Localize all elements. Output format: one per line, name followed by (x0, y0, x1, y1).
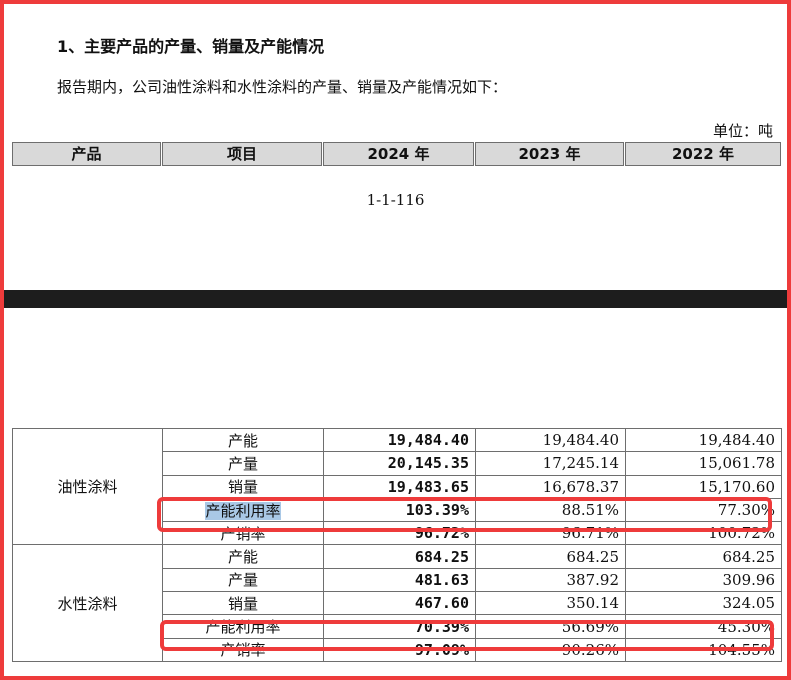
value-2023: 16,678.37 (475, 474, 626, 499)
product-name: 油性涂料 (12, 427, 163, 546)
row-item: 销量 (162, 474, 324, 499)
value-2022: 77.30% (625, 497, 782, 523)
row-item: 产量 (162, 567, 324, 593)
page-break-bar (4, 290, 787, 308)
row-item: 产能 (162, 427, 324, 453)
row-item-highlighted: 产能利用率 (162, 497, 324, 523)
value-2022: 309.96 (625, 567, 782, 593)
value-2024: 19,483.65 (323, 474, 476, 499)
unit-label: 单位：吨 (712, 122, 773, 140)
value-2023: 90.26% (475, 637, 626, 662)
row-item: 产能利用率 (162, 614, 324, 639)
value-2024: 467.60 (323, 591, 476, 616)
value-2023: 96.71% (475, 521, 626, 546)
value-2024: 70.39% (323, 614, 476, 639)
header-2022: 2022 年 (625, 142, 781, 166)
table-row: 水性涂料 产能 684.25 684.25 684.25 (12, 544, 782, 662)
row-item: 产能 (162, 544, 324, 569)
header-product: 产品 (12, 142, 161, 166)
row-item: 产量 (162, 451, 324, 476)
capacity-table: 油性涂料 产能 19,484.40 19,484.40 19,484.40 产量… (12, 427, 782, 662)
table-header: 产品 项目 2024 年 2023 年 2022 年 (12, 142, 781, 168)
page-number: 1-1-116 (366, 191, 425, 209)
section-title: 1、主要产品的产量、销量及产能情况 (57, 37, 325, 56)
product-name: 水性涂料 (12, 544, 163, 662)
value-2024: 103.39% (323, 497, 476, 523)
value-2022: 15,170.60 (625, 474, 782, 499)
row-item: 产销率 (162, 521, 324, 546)
value-2022: 45.30% (625, 614, 782, 639)
row-item: 产销率 (162, 637, 324, 662)
value-2022: 19,484.40 (625, 427, 782, 453)
value-2023: 684.25 (475, 544, 626, 569)
value-2024: 96.72% (323, 521, 476, 546)
value-2022: 100.72% (625, 521, 782, 546)
value-2024: 20,145.35 (323, 451, 476, 476)
value-2024: 19,484.40 (323, 427, 476, 453)
value-2023: 17,245.14 (475, 451, 626, 476)
value-2024: 97.09% (323, 637, 476, 662)
value-2022: 324.05 (625, 591, 782, 616)
header-item: 项目 (162, 142, 322, 166)
text-selection-highlight: 产能利用率 (205, 501, 281, 520)
value-2023: 56.69% (475, 614, 626, 639)
value-2023: 350.14 (475, 591, 626, 616)
row-item: 销量 (162, 591, 324, 616)
header-2023: 2023 年 (475, 142, 624, 166)
value-2023: 387.92 (475, 567, 626, 593)
value-2022: 684.25 (625, 544, 782, 569)
value-2024: 684.25 (323, 544, 476, 569)
table-row: 油性涂料 产能 19,484.40 19,484.40 19,484.40 (12, 427, 782, 546)
value-2022: 15,061.78 (625, 451, 782, 476)
header-2024: 2024 年 (323, 142, 474, 166)
value-2024: 481.63 (323, 567, 476, 593)
value-2022: 104.55% (625, 637, 782, 662)
value-2023: 19,484.40 (475, 427, 626, 453)
intro-text: 报告期内，公司油性涂料和水性涂料的产量、销量及产能情况如下： (57, 78, 508, 96)
value-2023: 88.51% (475, 497, 626, 523)
